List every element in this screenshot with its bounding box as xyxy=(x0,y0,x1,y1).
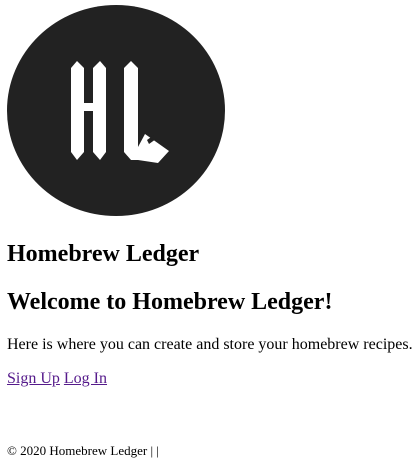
auth-links: Sign Up Log In xyxy=(7,369,107,389)
sign-up-link[interactable]: Sign Up xyxy=(7,370,60,387)
footer-copyright: © 2020 Homebrew Ledger | | xyxy=(7,443,159,458)
log-in-link[interactable]: Log In xyxy=(64,370,107,387)
page-title: Welcome to Homebrew Ledger! xyxy=(7,289,333,315)
site-title: Homebrew Ledger xyxy=(7,241,200,267)
site-logo xyxy=(7,5,225,216)
hl-monogram-icon xyxy=(7,5,225,216)
intro-text: Here is where you can create and store y… xyxy=(7,336,413,353)
